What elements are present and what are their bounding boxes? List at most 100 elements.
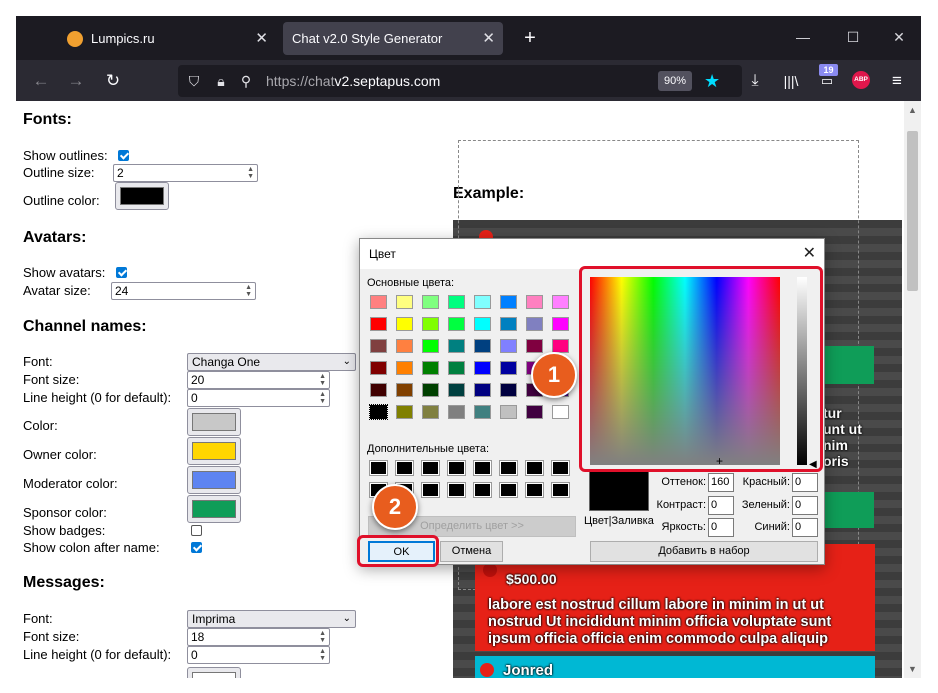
menu-icon[interactable]: ≡ [884,68,910,94]
basic-color-swatch[interactable] [448,317,465,331]
custom-color-swatch[interactable] [422,483,439,497]
maximize-button[interactable]: ☐ [838,25,868,49]
message-color-picker[interactable] [187,667,241,678]
library-icon[interactable]: |||\ [778,68,804,94]
basic-color-swatch[interactable] [500,339,517,353]
scrollbar-thumb[interactable] [907,131,918,291]
basic-color-swatch[interactable] [474,361,491,375]
basic-color-swatch[interactable] [474,295,491,309]
sponsor-color-picker[interactable] [187,495,241,523]
basic-color-swatch[interactable] [500,317,517,331]
basic-color-swatch[interactable] [370,383,387,397]
basic-color-swatch[interactable] [526,405,543,419]
basic-color-swatch[interactable] [396,383,413,397]
channel-font-select[interactable]: Changa One ⌄ [187,353,356,371]
basic-color-swatch[interactable] [422,361,439,375]
outline-size-input[interactable]: 2 ▲ ▼ [113,164,258,182]
custom-color-swatch[interactable] [396,461,413,475]
basic-color-swatch[interactable] [526,295,543,309]
basic-color-swatch[interactable] [552,405,569,419]
basic-color-swatch[interactable] [370,317,387,331]
show-outlines-checkbox[interactable] [118,150,129,161]
channel-font-size-input[interactable]: 20 ▲ ▼ [187,371,330,389]
hue-input[interactable]: 160 [708,473,734,492]
luminance-input[interactable]: 0 [708,518,734,537]
message-font-size-input[interactable]: 18 ▲ ▼ [187,628,330,646]
basic-color-swatch[interactable] [448,361,465,375]
basic-color-swatch[interactable] [422,317,439,331]
basic-color-swatch[interactable] [474,405,491,419]
green-input[interactable]: 0 [792,496,818,515]
downloads-icon[interactable]: ⤓ [742,68,768,94]
custom-color-swatch[interactable] [500,461,517,475]
basic-color-swatch[interactable] [474,317,491,331]
basic-color-swatch[interactable] [396,339,413,353]
cancel-button[interactable]: Отмена [440,541,503,562]
channel-line-height-input[interactable]: 0 ▲ ▼ [187,389,330,407]
reload-button[interactable]: ↻ [100,68,126,94]
basic-color-swatch[interactable] [448,405,465,419]
moderator-color-picker[interactable] [187,466,241,494]
zoom-indicator[interactable]: 90% [658,71,692,91]
custom-color-swatch[interactable] [552,461,569,475]
custom-color-swatch[interactable] [526,461,543,475]
basic-color-swatch[interactable] [396,361,413,375]
custom-color-swatch[interactable] [474,483,491,497]
basic-color-swatch[interactable] [396,317,413,331]
lock-icon[interactable]: 🔒︎ [211,71,231,91]
new-tab-button[interactable]: + [518,24,542,52]
blue-input[interactable]: 0 [792,518,818,537]
basic-color-swatch[interactable] [526,317,543,331]
outline-color-picker[interactable] [115,182,169,210]
message-line-height-input[interactable]: 0 ▲ ▼ [187,646,330,664]
dialog-close-button[interactable]: ✕ [803,243,816,263]
basic-color-swatch[interactable] [448,295,465,309]
basic-color-swatch[interactable] [422,339,439,353]
window-close-button[interactable]: ✕ [884,25,914,49]
forward-button[interactable]: → [63,68,89,94]
basic-color-swatch[interactable] [370,339,387,353]
basic-color-swatch[interactable] [500,295,517,309]
add-to-custom-button[interactable]: Добавить в набор [590,541,818,562]
custom-color-swatch[interactable] [474,461,491,475]
owner-color-picker[interactable] [187,437,241,465]
custom-color-swatch[interactable] [448,483,465,497]
basic-color-swatch[interactable] [422,383,439,397]
name-color-picker[interactable] [187,408,241,436]
basic-color-swatch[interactable] [396,405,413,419]
tab-lumpics[interactable]: Lumpics.ru ✕ [61,22,276,55]
custom-color-swatch[interactable] [500,483,517,497]
url-text[interactable]: https://chatv2.septapus.com [266,65,440,97]
basic-color-swatch[interactable] [474,339,491,353]
tab-close-icon[interactable]: ✕ [255,22,268,55]
saturation-input[interactable]: 0 [708,496,734,515]
basic-color-swatch[interactable] [448,383,465,397]
address-bar[interactable]: ⛉ 🔒︎ ⚲ https://chatv2.septapus.com 90% ★ [178,65,742,97]
basic-color-swatch[interactable] [422,405,439,419]
message-font-select[interactable]: Imprima ⌄ [187,610,356,628]
basic-color-swatch[interactable] [369,404,388,420]
adblock-icon[interactable]: ABP [852,71,870,89]
minimize-button[interactable]: — [788,25,818,49]
red-input[interactable]: 0 [792,473,818,492]
page-scrollbar[interactable]: ▲ ▼ [904,101,921,678]
custom-color-swatch[interactable] [552,483,569,497]
basic-color-swatch[interactable] [526,339,543,353]
basic-color-swatch[interactable] [474,383,491,397]
show-colon-checkbox[interactable] [191,542,202,553]
tab-close-icon[interactable]: ✕ [482,22,495,55]
basic-color-swatch[interactable] [552,295,569,309]
basic-color-swatch[interactable] [500,383,517,397]
basic-color-swatch[interactable] [552,317,569,331]
permissions-icon[interactable]: ⚲ [236,71,256,91]
show-badges-checkbox[interactable] [191,525,202,536]
back-button[interactable]: ← [28,68,54,94]
avatar-size-input[interactable]: 24 ▲ ▼ [111,282,256,300]
basic-color-swatch[interactable] [500,361,517,375]
basic-color-swatch[interactable] [370,295,387,309]
tab-chat-style-generator[interactable]: Chat v2.0 Style Generator ✕ [283,22,503,55]
basic-color-swatch[interactable] [396,295,413,309]
basic-color-swatch[interactable] [422,295,439,309]
custom-color-swatch[interactable] [526,483,543,497]
show-avatars-checkbox[interactable] [116,267,127,278]
